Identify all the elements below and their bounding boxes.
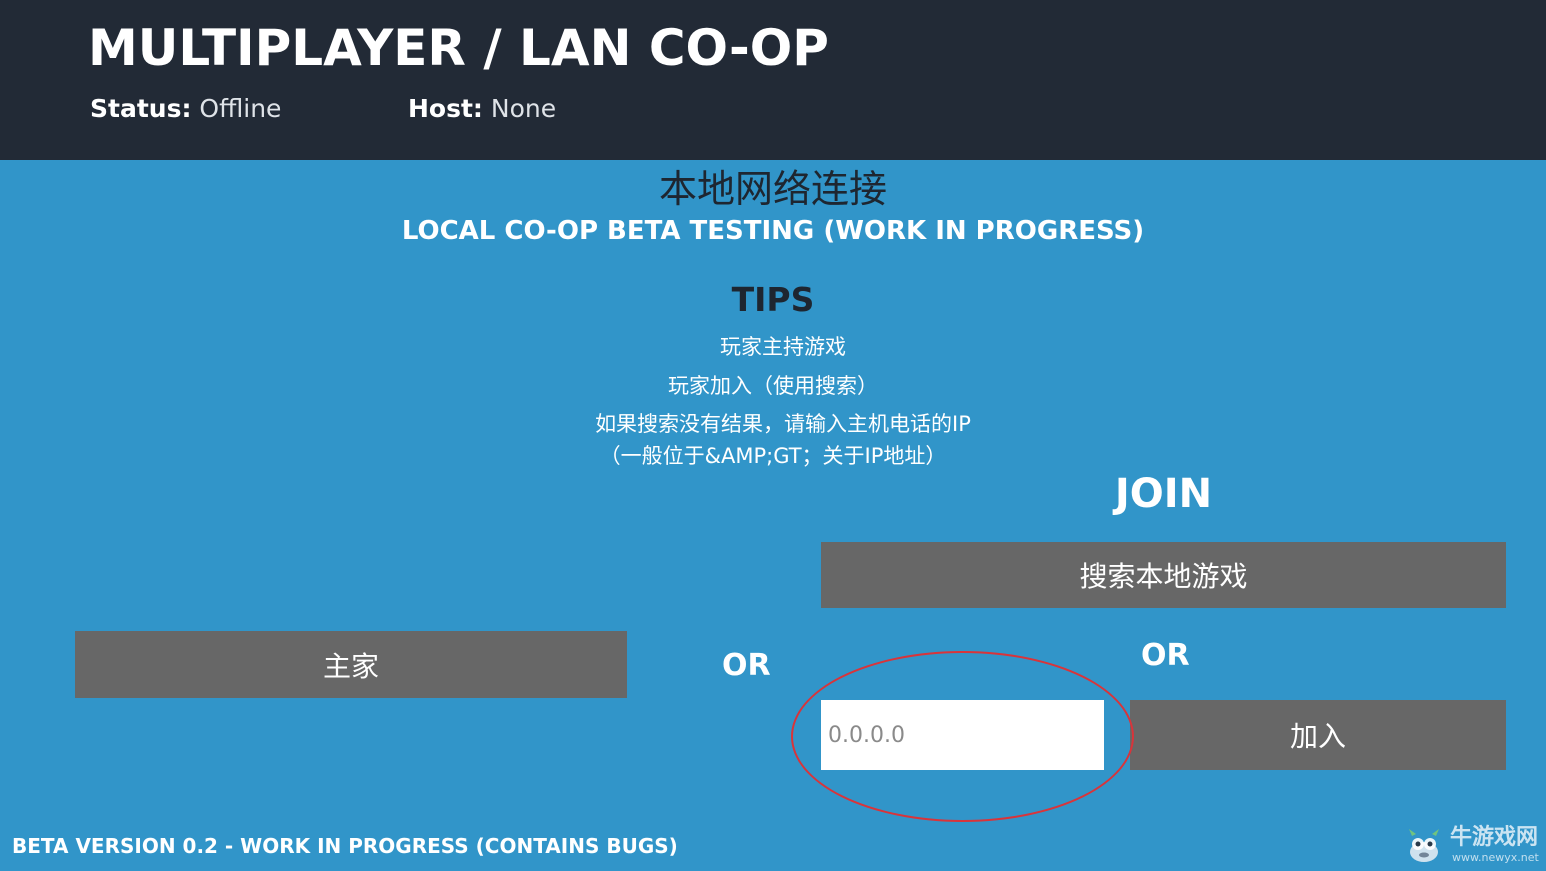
- tip-line: 玩家加入（使用搜索）: [668, 374, 878, 398]
- join-button[interactable]: 加入: [1130, 700, 1506, 770]
- tips-heading: TIPS: [731, 280, 815, 319]
- lan-coop-screen: MULTIPLAYER / LAN CO-OP Status: Offline …: [0, 0, 1546, 871]
- ip-address-input[interactable]: [821, 700, 1104, 770]
- watermark: 牛游戏网 www.newyx.net: [1404, 824, 1544, 868]
- status-indicator: Status: Offline: [90, 92, 281, 126]
- beta-version-notice: BETA VERSION 0.2 - WORK IN PROGRESS (CON…: [12, 834, 678, 858]
- host-label: Host:: [408, 94, 483, 123]
- status-value: Offline: [199, 94, 282, 123]
- or-separator-join: OR: [1141, 638, 1190, 673]
- tip-line: 如果搜索没有结果，请输入主机电话的IP: [595, 412, 971, 436]
- watermark-text: 牛游戏网: [1450, 825, 1539, 850]
- tip-line: （一般位于&AMP;GT；关于IP地址）: [599, 444, 947, 468]
- watermark-url: www.newyx.net: [1452, 851, 1539, 864]
- search-local-game-button[interactable]: 搜索本地游戏: [821, 542, 1506, 608]
- join-heading: JOIN: [1114, 471, 1213, 517]
- or-separator: OR: [722, 648, 771, 683]
- page-title: MULTIPLAYER / LAN CO-OP: [88, 19, 829, 77]
- host-game-button[interactable]: 主家: [75, 631, 627, 698]
- host-indicator: Host: None: [408, 92, 556, 126]
- tip-line: 玩家主持游戏: [720, 335, 846, 359]
- section-title-cn: 本地网络连接: [658, 167, 887, 211]
- section-subtitle: LOCAL CO-OP BETA TESTING (WORK IN PROGRE…: [401, 216, 1145, 246]
- watermark-logo-icon: [1409, 829, 1439, 862]
- host-value: None: [490, 94, 557, 123]
- header-bar: MULTIPLAYER / LAN CO-OP Status: Offline …: [0, 0, 1546, 160]
- status-label: Status:: [90, 94, 192, 123]
